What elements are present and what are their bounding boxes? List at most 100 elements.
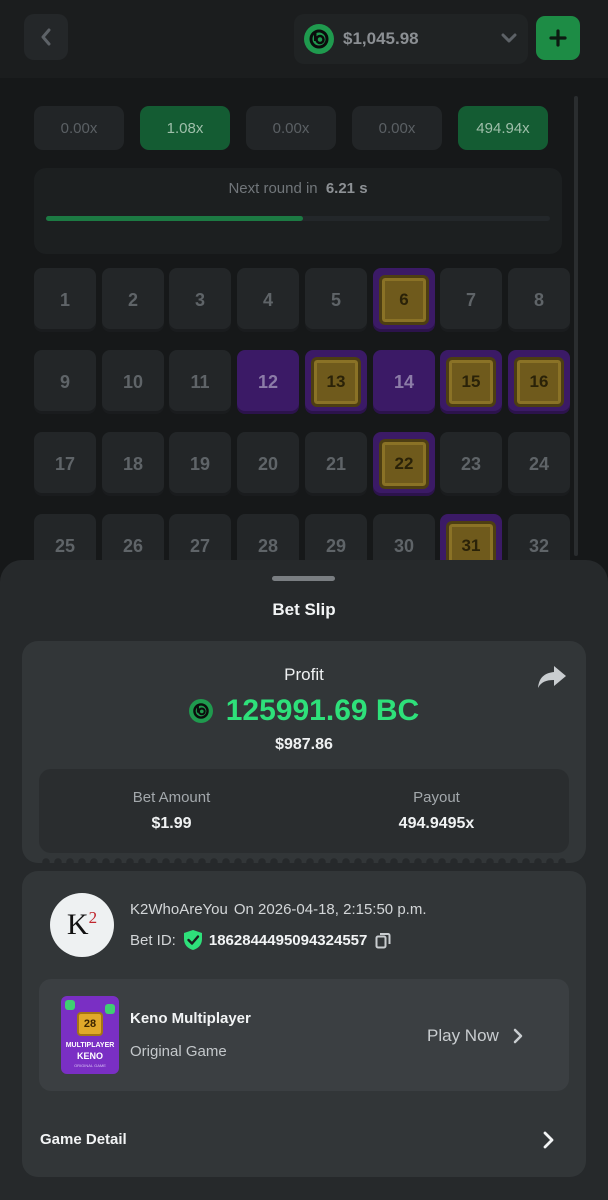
keno-tile-number: 3 xyxy=(194,289,205,310)
keno-tile-number: 28 xyxy=(257,535,279,556)
keno-tile-number: 24 xyxy=(528,453,550,474)
avatar-letter: K xyxy=(66,908,89,941)
keno-tile[interactable]: 18 xyxy=(102,432,164,496)
bet-amount-value: $1.99 xyxy=(151,815,192,832)
keno-tile[interactable]: 20 xyxy=(237,432,299,496)
keno-tile[interactable]: 10 xyxy=(102,350,164,414)
multiplier-chip: 1.08x xyxy=(140,106,230,150)
bet-id-row: Bet ID: 1862844495094324557 xyxy=(130,928,391,952)
keno-tile-number: 30 xyxy=(393,535,415,556)
balance-amount: $1,045.98 xyxy=(343,29,419,48)
round-progress-bar xyxy=(46,216,550,221)
keno-tile[interactable]: 11 xyxy=(169,350,231,414)
keno-tile-number: 19 xyxy=(189,453,211,474)
chevron-left-icon xyxy=(41,28,51,46)
game-detail-row[interactable]: Game Detail xyxy=(22,1111,586,1167)
keno-tile[interactable]: 17 xyxy=(34,432,96,496)
game-card[interactable]: 28 MULTIPLAYER KENO ORIGINAL GAME Keno M… xyxy=(39,979,569,1091)
keno-tile-number: 10 xyxy=(122,371,144,392)
keno-tile[interactable]: 2 xyxy=(102,268,164,332)
keno-tile[interactable]: 21 xyxy=(305,432,367,496)
scrollbar[interactable] xyxy=(574,96,578,556)
bc-coin-icon xyxy=(304,24,334,54)
game-detail-label: Game Detail xyxy=(40,1131,127,1148)
keno-tile-number: 18 xyxy=(122,453,144,474)
keno-tile-number: 20 xyxy=(257,453,279,474)
multiplier-chip: 494.94x xyxy=(458,106,548,150)
game-name: Keno Multiplayer xyxy=(130,1010,251,1027)
keno-tile-number: 9 xyxy=(59,371,70,392)
keno-tile-number: 26 xyxy=(122,535,144,556)
keno-tile[interactable]: 13 xyxy=(305,350,367,414)
keno-tile[interactable]: 15 xyxy=(440,350,502,414)
bet-date: On 2026-04-18, 2:15:50 p.m. xyxy=(233,901,427,918)
avatar[interactable]: K2 xyxy=(50,893,114,957)
keno-tile-number: 8 xyxy=(533,289,544,310)
play-now-button[interactable]: Play Now xyxy=(427,1025,523,1047)
multiplier-chip: 0.00x xyxy=(352,106,442,150)
keno-tile-number: 17 xyxy=(54,453,76,474)
username[interactable]: K2WhoAreYou xyxy=(130,901,228,918)
profit-card: Profit 125991.69 BC $987.86 Bet Amount $… xyxy=(22,641,586,863)
bet-id-label: Bet ID: xyxy=(130,931,176,949)
chevron-right-icon xyxy=(543,1131,554,1149)
bc-coin-icon xyxy=(188,699,213,723)
keno-tile[interactable]: 12 xyxy=(237,350,299,414)
multiplier-chip: 0.00x xyxy=(34,106,124,150)
profit-amount-row: 125991.69 BC xyxy=(22,693,586,729)
keno-tile[interactable]: 1 xyxy=(34,268,96,332)
keno-tile[interactable]: 6 xyxy=(373,268,435,332)
keno-tile-number: 25 xyxy=(54,535,76,556)
ball-icon xyxy=(65,1000,75,1010)
sheet-title: Bet Slip xyxy=(272,600,336,619)
profit-value: 125991.69 BC xyxy=(225,694,420,727)
balance-selector[interactable]: $1,045.98 xyxy=(294,14,528,64)
keno-tile-number: 11 xyxy=(190,371,210,392)
multiplier-history: 0.00x 1.08x 0.00x 0.00x 494.94x xyxy=(34,106,554,150)
game-subtitle: Original Game xyxy=(130,1043,227,1060)
thumb-line-1: MULTIPLAYER xyxy=(65,1042,115,1049)
chevron-right-icon xyxy=(513,1028,523,1044)
keno-tile[interactable]: 7 xyxy=(440,268,502,332)
round-timer-value: 6.21 s xyxy=(325,180,368,197)
sheet-drag-handle[interactable] xyxy=(272,576,335,581)
bet-slip-sheet: Bet Slip Profit 125991.69 BC $987.86 Bet… xyxy=(0,560,608,1200)
keno-tile[interactable]: 5 xyxy=(305,268,367,332)
plus-icon xyxy=(549,29,567,47)
thumb-line-2: KENO xyxy=(76,1051,103,1061)
thumb-gem: 28 xyxy=(77,1012,103,1036)
keno-tile[interactable]: 22 xyxy=(373,432,435,496)
deposit-button[interactable] xyxy=(536,16,580,60)
keno-tile[interactable]: 16 xyxy=(508,350,570,414)
gem-icon: 13 xyxy=(311,357,361,407)
verified-shield-icon xyxy=(183,930,202,950)
bet-id-value: 1862844495094324557 xyxy=(208,931,368,949)
keno-tile[interactable]: 24 xyxy=(508,432,570,496)
round-progress-fill xyxy=(46,216,304,221)
bet-info-card: K2 K2WhoAreYou On 2026-04-18, 2:15:50 p.m… xyxy=(22,871,586,1177)
keno-tile-number: 5 xyxy=(330,289,341,310)
keno-tile-number: 21 xyxy=(325,453,347,474)
profit-label: Profit xyxy=(284,665,324,684)
user-line: K2WhoAreYou On 2026-04-18, 2:15:50 p.m. xyxy=(130,901,427,918)
payout-label: Payout xyxy=(413,789,460,806)
back-button[interactable] xyxy=(24,14,68,60)
round-timer-label: Next round in xyxy=(228,180,318,197)
bet-stats: Bet Amount $1.99 Payout 494.9495x xyxy=(39,769,569,853)
keno-tile[interactable]: 19 xyxy=(169,432,231,496)
copy-icon[interactable] xyxy=(375,932,391,949)
keno-tile-number: 14 xyxy=(393,371,415,392)
keno-tile-number: 32 xyxy=(528,535,550,556)
payout-value: 494.9495x xyxy=(398,815,475,832)
keno-tile-number: 1 xyxy=(59,289,70,310)
keno-tile[interactable]: 14 xyxy=(373,350,435,414)
keno-tile[interactable]: 9 xyxy=(34,350,96,414)
avatar-superscript: 2 xyxy=(88,908,98,927)
share-arrow-icon[interactable] xyxy=(536,663,568,691)
keno-tile[interactable]: 23 xyxy=(440,432,502,496)
ball-icon xyxy=(105,1004,115,1014)
keno-tile[interactable]: 3 xyxy=(169,268,231,332)
keno-tile[interactable]: 4 xyxy=(237,268,299,332)
gem-icon: 6 xyxy=(379,275,429,325)
keno-tile[interactable]: 8 xyxy=(508,268,570,332)
